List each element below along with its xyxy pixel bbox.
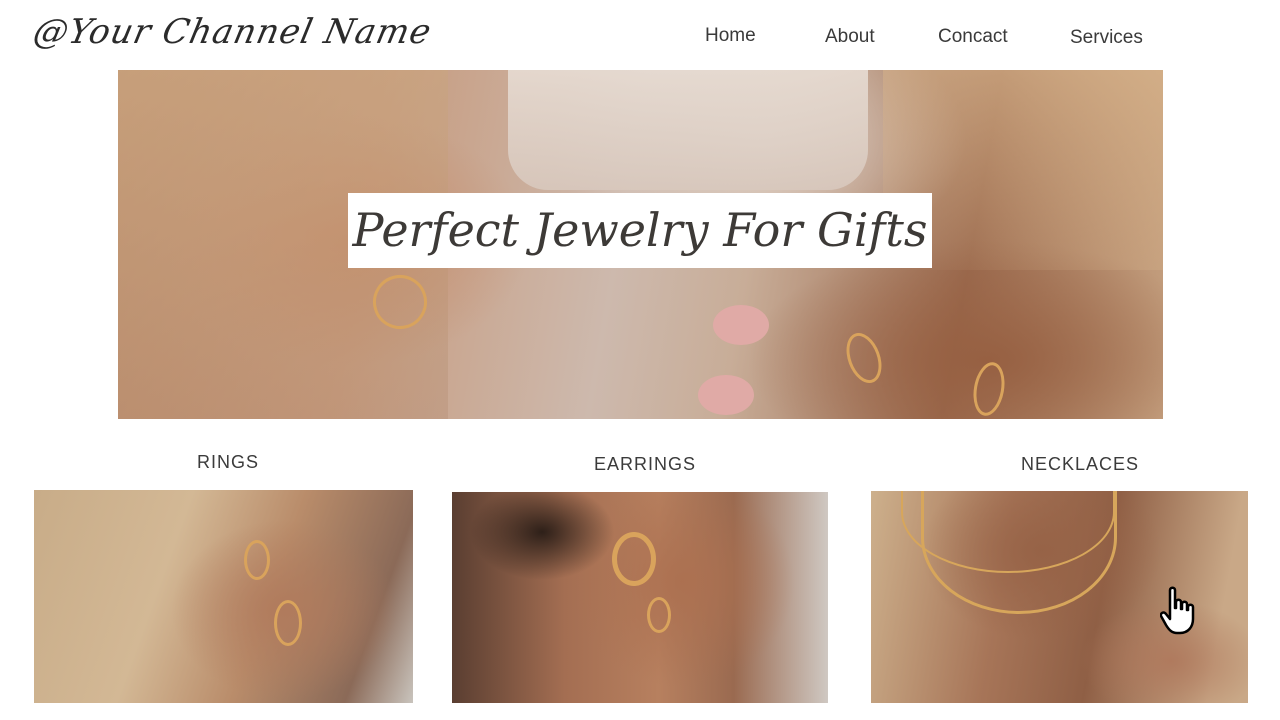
category-rings-image[interactable] bbox=[34, 490, 413, 703]
category-earrings-image[interactable] bbox=[452, 492, 828, 703]
hero-ring bbox=[969, 359, 1009, 419]
nav-home-link[interactable]: Home bbox=[705, 25, 756, 47]
ring-detail bbox=[244, 540, 270, 580]
hero-pillow bbox=[508, 70, 868, 190]
nav-contact-link[interactable]: Concact bbox=[938, 26, 1008, 48]
hero-title-box: Perfect Jewelry For Gifts bbox=[348, 193, 932, 268]
page: @Your Channel Name Home About Concact Se… bbox=[0, 0, 1280, 720]
hero-nail bbox=[713, 305, 769, 345]
nav-about-link[interactable]: About bbox=[825, 26, 875, 48]
main-nav: Home About Concact Services bbox=[700, 22, 1170, 52]
ring-detail bbox=[274, 600, 302, 646]
channel-logo[interactable]: @Your Channel Name bbox=[30, 12, 436, 52]
hero-ring bbox=[840, 328, 888, 388]
ring-detail bbox=[647, 597, 671, 633]
category-rings-label[interactable]: RINGS bbox=[197, 452, 259, 473]
hand-pointer-icon-svg bbox=[1159, 586, 1195, 635]
necklace-detail bbox=[921, 491, 1117, 614]
nav-services-link[interactable]: Services bbox=[1070, 27, 1143, 49]
earring-detail bbox=[612, 532, 656, 586]
category-earrings-label[interactable]: EARRINGS bbox=[594, 454, 696, 475]
hand-pointer-icon bbox=[1159, 586, 1200, 636]
category-necklaces-label[interactable]: NECKLACES bbox=[1021, 454, 1139, 475]
hero-title: Perfect Jewelry For Gifts bbox=[352, 203, 928, 257]
hero-nail bbox=[698, 375, 754, 415]
